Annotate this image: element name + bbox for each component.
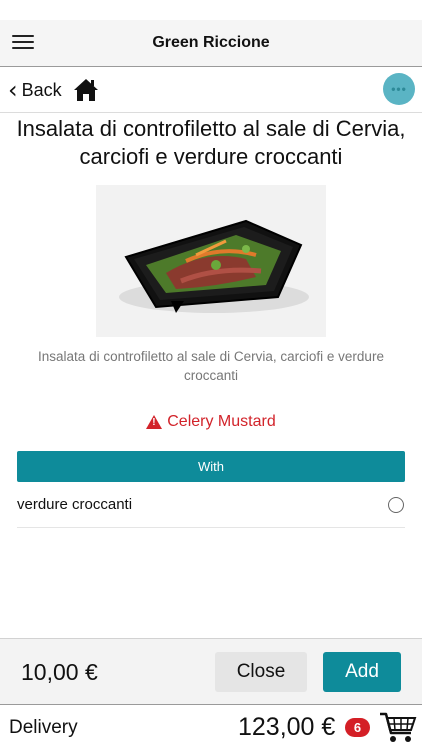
allergen-text: Celery Mustard xyxy=(167,413,276,430)
product-title: Insalata di controfiletto al sale di Cer… xyxy=(16,116,406,169)
ellipsis-icon: ••• xyxy=(391,82,407,96)
product-detail: Insalata di controfiletto al sale di Cer… xyxy=(0,113,422,528)
option-label: verdure croccanti xyxy=(17,496,133,513)
cart-total: 123,00 € xyxy=(238,713,336,741)
cart-footer: Delivery 123,00 € 6 xyxy=(0,704,422,750)
delivery-option[interactable]: Delivery xyxy=(9,717,78,739)
nav-bar: ‹ Back ••• xyxy=(0,68,422,113)
close-button[interactable]: Close xyxy=(215,652,307,692)
shopping-cart-icon[interactable] xyxy=(379,711,417,745)
option-group-header: With xyxy=(17,451,405,482)
warning-icon xyxy=(146,415,163,429)
app-title: Green Riccione xyxy=(152,34,270,51)
cart-count-badge: 6 xyxy=(345,718,370,737)
radio-button[interactable] xyxy=(388,496,404,513)
chevron-left-icon: ‹ xyxy=(8,76,18,104)
back-button[interactable]: ‹ Back xyxy=(8,76,62,104)
action-bar: 10,00 € Close Add xyxy=(0,638,422,704)
hamburger-menu-icon[interactable] xyxy=(12,35,34,51)
add-button[interactable]: Add xyxy=(323,652,401,692)
option-item[interactable]: verdure croccanti xyxy=(17,482,405,528)
product-description: Insalata di controfiletto al sale di Cer… xyxy=(38,349,384,383)
product-image xyxy=(96,185,326,337)
item-price: 10,00 € xyxy=(21,659,98,685)
back-label: Back xyxy=(21,79,62,100)
home-icon[interactable] xyxy=(73,77,99,103)
allergen-warning: Celery Mustard xyxy=(0,413,422,431)
app-header: Green Riccione xyxy=(0,20,422,67)
more-options-button[interactable]: ••• xyxy=(383,73,415,105)
status-bar xyxy=(0,0,422,20)
